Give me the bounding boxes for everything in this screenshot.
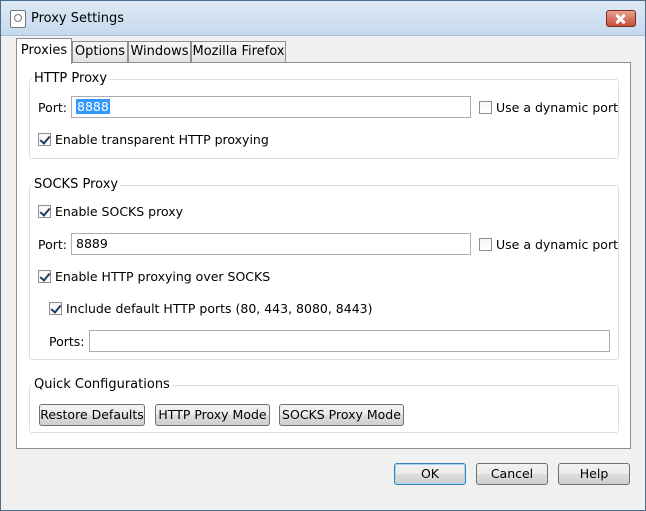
http-dynamic-port-label: Use a dynamic port: [496, 100, 618, 115]
socks-dynamic-port-checkbox[interactable]: [479, 238, 492, 251]
tab-proxies[interactable]: Proxies: [16, 38, 72, 64]
tab-options[interactable]: Options: [72, 41, 128, 63]
help-button[interactable]: Help: [558, 463, 630, 485]
ports-label: Ports:: [49, 334, 85, 349]
include-default-ports-label: Include default HTTP ports (80, 443, 808…: [66, 301, 373, 316]
http-over-socks-label: Enable HTTP proxying over SOCKS: [55, 269, 271, 284]
socks-port-label: Port:: [38, 237, 67, 252]
window-title: Proxy Settings: [31, 11, 125, 26]
http-proxy-mode-button[interactable]: HTTP Proxy Mode: [155, 404, 270, 426]
transparent-proxying-label: Enable transparent HTTP proxying: [55, 132, 269, 147]
restore-defaults-button[interactable]: Restore Defaults: [39, 404, 145, 426]
cancel-button[interactable]: Cancel: [476, 463, 548, 485]
http-port-label: Port:: [38, 100, 67, 115]
close-button[interactable]: [606, 10, 636, 27]
http-dynamic-port-checkbox[interactable]: [479, 101, 492, 114]
http-proxy-group-label: HTTP Proxy: [32, 71, 110, 86]
app-icon: [10, 10, 26, 28]
include-default-ports-checkbox[interactable]: [49, 302, 62, 315]
proxy-settings-dialog: Proxy Settings Proxies Options Windows M…: [0, 0, 646, 511]
socks-proxy-group-label: SOCKS Proxy: [32, 177, 121, 192]
http-over-socks-checkbox[interactable]: [38, 270, 51, 283]
http-port-value: 8888: [76, 99, 110, 114]
quick-configurations-label: Quick Configurations: [32, 377, 172, 392]
socks-dynamic-port-label: Use a dynamic port: [496, 237, 618, 252]
socks-port-input[interactable]: 8889: [71, 233, 471, 255]
enable-socks-label: Enable SOCKS proxy: [55, 204, 184, 219]
enable-socks-checkbox[interactable]: [38, 205, 51, 218]
transparent-proxying-checkbox[interactable]: [38, 133, 51, 146]
title-bar: Proxy Settings: [1, 1, 645, 36]
http-port-input[interactable]: 8888: [71, 96, 471, 118]
socks-proxy-mode-button[interactable]: SOCKS Proxy Mode: [279, 404, 404, 426]
tab-windows[interactable]: Windows: [128, 41, 191, 63]
ports-input[interactable]: [89, 330, 610, 352]
http-proxy-group: [29, 79, 619, 159]
ok-button[interactable]: OK: [394, 463, 466, 485]
tab-mozilla-firefox[interactable]: Mozilla Firefox: [191, 41, 286, 63]
